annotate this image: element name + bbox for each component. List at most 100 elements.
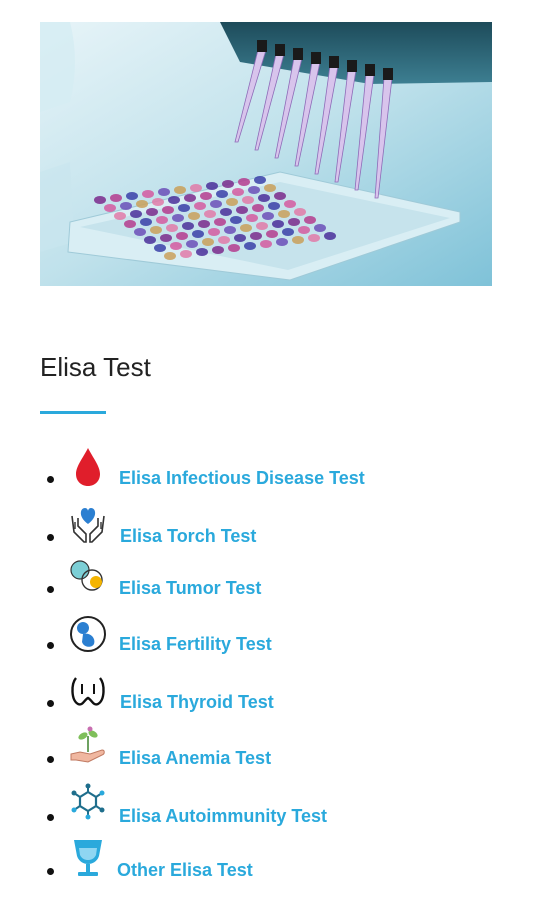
plate-well: [182, 222, 194, 230]
plate-well: [136, 200, 148, 208]
plate-well: [166, 224, 178, 232]
plate-well: [256, 222, 268, 230]
plate-well: [174, 186, 186, 194]
plate-well: [210, 200, 222, 208]
goblet-icon[interactable]: [68, 836, 108, 880]
plate-well: [298, 226, 310, 234]
bullet: [47, 476, 54, 483]
test-link-anemia[interactable]: Elisa Anemia Test: [119, 748, 271, 769]
bullet: [47, 700, 54, 707]
plate-well: [176, 232, 188, 240]
plate-well: [120, 202, 132, 210]
plate-well: [254, 176, 266, 184]
bullet: [47, 642, 54, 649]
plate-well: [224, 226, 236, 234]
plate-well: [154, 244, 166, 252]
plate-well: [314, 224, 326, 232]
plate-well: [216, 190, 228, 198]
list-item: Elisa Fertility Test: [40, 606, 520, 656]
plate-well: [178, 204, 190, 212]
plate-well: [244, 242, 256, 250]
plate-well: [134, 228, 146, 236]
plate-well: [240, 224, 252, 232]
plate-well: [284, 200, 296, 208]
test-link-torch[interactable]: Elisa Torch Test: [120, 526, 256, 547]
thyroid-icon[interactable]: [68, 670, 108, 714]
plate-well: [164, 252, 176, 260]
hero-image: [40, 22, 492, 286]
plate-well: [150, 226, 162, 234]
pipette-nozzle: [347, 60, 357, 72]
bullet: [47, 868, 54, 875]
test-link-other[interactable]: Other Elisa Test: [117, 860, 253, 881]
plate-well: [204, 210, 216, 218]
plate-well: [246, 214, 258, 222]
plate-well: [304, 216, 316, 224]
plate-well: [268, 202, 280, 210]
list-item: Elisa Torch Test: [40, 498, 520, 548]
plate-well: [248, 186, 260, 194]
plate-well: [238, 178, 250, 186]
pipette-nozzle: [257, 40, 267, 52]
elisa-plate-illustration: [40, 22, 492, 286]
plate-well: [194, 202, 206, 210]
plate-well: [196, 248, 208, 256]
pipette-nozzle: [275, 44, 285, 56]
plate-well: [192, 230, 204, 238]
bullet: [47, 814, 54, 821]
plate-well: [250, 232, 262, 240]
plate-well: [180, 250, 192, 258]
plate-well: [160, 234, 172, 242]
test-link-tumor[interactable]: Elisa Tumor Test: [119, 578, 261, 599]
plate-well: [184, 194, 196, 202]
molecule-icon[interactable]: [68, 782, 108, 826]
plate-well: [208, 228, 220, 236]
plate-well: [220, 208, 232, 216]
test-link-thyroid[interactable]: Elisa Thyroid Test: [120, 692, 274, 713]
test-link-infectious-disease[interactable]: Elisa Infectious Disease Test: [119, 468, 365, 489]
plate-well: [218, 236, 230, 244]
plant-hand-icon[interactable]: [68, 724, 108, 768]
plate-well: [94, 196, 106, 204]
heart-hands-icon[interactable]: [68, 502, 108, 546]
plate-well: [278, 210, 290, 218]
tumor-cells-icon[interactable]: [68, 556, 108, 600]
section-title: Elisa Test: [40, 352, 151, 382]
plate-well: [188, 212, 200, 220]
plate-well: [200, 192, 212, 200]
plate-well: [202, 238, 214, 246]
plate-well: [226, 198, 238, 206]
test-link-autoimmunity[interactable]: Elisa Autoimmunity Test: [119, 806, 327, 827]
plate-well: [222, 180, 234, 188]
plate-well: [276, 238, 288, 246]
fetus-icon[interactable]: [68, 612, 108, 656]
plate-well: [104, 204, 116, 212]
plate-well: [260, 240, 272, 248]
list-item: Elisa Tumor Test: [40, 550, 520, 600]
plate-well: [172, 214, 184, 222]
plate-well: [214, 218, 226, 226]
list-item: Elisa Anemia Test: [40, 720, 520, 770]
plate-well: [236, 206, 248, 214]
plate-well: [232, 188, 244, 196]
blood-drop-icon[interactable]: [70, 444, 110, 488]
title-underline: [40, 411, 106, 414]
plate-well: [230, 216, 242, 224]
plate-well: [146, 208, 158, 216]
pipette-nozzle: [329, 56, 339, 68]
plate-well: [206, 182, 218, 190]
plate-well: [110, 194, 122, 202]
plate-well: [126, 192, 138, 200]
plate-well: [124, 220, 136, 228]
pipette-nozzle: [365, 64, 375, 76]
plate-well: [242, 196, 254, 204]
plate-well: [292, 236, 304, 244]
plate-well: [186, 240, 198, 248]
plate-well: [234, 234, 246, 242]
test-link-fertility[interactable]: Elisa Fertility Test: [119, 634, 272, 655]
bullet: [47, 534, 54, 541]
plate-well: [114, 212, 126, 220]
list-item: Elisa Infectious Disease Test: [40, 440, 520, 490]
plate-well: [140, 218, 152, 226]
list-item: Other Elisa Test: [40, 832, 520, 882]
